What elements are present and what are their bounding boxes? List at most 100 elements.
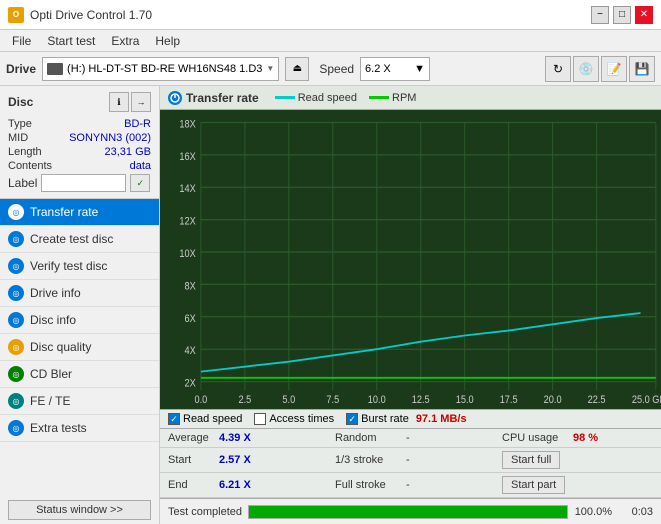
status-text: Test completed: [168, 506, 242, 518]
start-value: 2.57 X: [219, 454, 251, 466]
nav-disc-quality-label: Disc quality: [30, 340, 91, 354]
app-logo: O: [8, 7, 24, 23]
burst-rate-checkbox[interactable]: ✓: [346, 413, 358, 425]
legend-rpm-label: RPM: [392, 92, 416, 104]
speed-selector[interactable]: 6.2 X ▼: [360, 57, 430, 81]
nav-extra-tests-label: Extra tests: [30, 421, 87, 435]
nav-disc-quality[interactable]: ◎ Disc quality: [0, 334, 159, 361]
cd-bler-icon: ◎: [8, 366, 24, 382]
maximize-button[interactable]: □: [613, 6, 631, 24]
disc-label-ok-btn[interactable]: ✓: [130, 174, 150, 192]
create-test-disc-icon: ◎: [8, 231, 24, 247]
disc-label-input[interactable]: [41, 174, 126, 192]
legend-check-burst-rate[interactable]: ✓ Burst rate 97.1 MB/s: [346, 413, 466, 425]
save-button[interactable]: 💾: [629, 56, 655, 82]
svg-text:10X: 10X: [179, 248, 196, 260]
write-button[interactable]: 📝: [601, 56, 627, 82]
legend-check-read-speed[interactable]: ✓ Read speed: [168, 413, 242, 425]
stat-end-row: End 6.21 X: [160, 473, 327, 498]
nav-disc-info[interactable]: ◎ Disc info: [0, 307, 159, 334]
app-title: Opti Drive Control 1.70: [30, 8, 152, 22]
nav-fe-te-label: FE / TE: [30, 394, 70, 408]
refresh-button[interactable]: ↻: [545, 56, 571, 82]
verify-test-disc-icon: ◎: [8, 258, 24, 274]
status-window-button[interactable]: Status window >>: [8, 500, 151, 520]
svg-text:22.5: 22.5: [588, 394, 606, 406]
extra-tests-icon: ◎: [8, 420, 24, 436]
svg-text:5.0: 5.0: [282, 394, 295, 406]
menu-start-test[interactable]: Start test: [39, 32, 103, 50]
svg-text:12.5: 12.5: [412, 394, 430, 406]
chart-bottom: ✓ Read speed Access times ✓ Burst rate 9…: [160, 409, 661, 498]
sidebar: Disc ℹ → Type BD-R MID SONYNN3 (002) Len…: [0, 86, 160, 524]
legend-check-access-times[interactable]: Access times: [254, 413, 334, 425]
nav-drive-info[interactable]: ◎ Drive info: [0, 280, 159, 307]
nav-extra-tests[interactable]: ◎ Extra tests: [0, 415, 159, 442]
disc-info-icon: ◎: [8, 312, 24, 328]
end-label: End: [168, 479, 213, 491]
read-speed-checkbox[interactable]: ✓: [168, 413, 180, 425]
nav-menu: ◎ Transfer rate ◎ Create test disc ◎ Ver…: [0, 199, 159, 496]
nav-transfer-rate-label: Transfer rate: [30, 205, 98, 219]
drive-toolbar: Drive (H:) HL-DT-ST BD-RE WH16NS48 1.D3 …: [0, 52, 661, 86]
disc-length-row: Length 23,31 GB: [8, 146, 151, 158]
eject-button[interactable]: ⏏: [285, 57, 309, 81]
svg-text:15.0: 15.0: [456, 394, 474, 406]
svg-text:6X: 6X: [185, 313, 196, 325]
close-button[interactable]: ✕: [635, 6, 653, 24]
svg-text:20.0: 20.0: [544, 394, 562, 406]
svg-text:7.5: 7.5: [326, 394, 339, 406]
start-full-button[interactable]: Start full: [502, 451, 560, 469]
check-mark-icon: ✓: [170, 414, 178, 425]
disc-mid-val: SONYNN3 (002): [69, 132, 151, 144]
disc-info-btn[interactable]: ℹ: [109, 92, 129, 112]
nav-create-test-disc[interactable]: ◎ Create test disc: [0, 226, 159, 253]
svg-text:2.5: 2.5: [238, 394, 251, 406]
right-panel: Transfer rate Read speed RPM: [160, 86, 661, 524]
drive-info-icon: ◎: [8, 285, 24, 301]
nav-drive-info-label: Drive info: [30, 286, 81, 300]
disc-type-key: Type: [8, 118, 32, 130]
nav-transfer-rate[interactable]: ◎ Transfer rate: [0, 199, 159, 226]
svg-text:25.0 GB: 25.0 GB: [632, 394, 661, 406]
stroke13-label: 1/3 stroke: [335, 454, 400, 466]
menu-help[interactable]: Help: [147, 32, 188, 50]
disc-length-val: 23,31 GB: [105, 146, 151, 158]
nav-verify-test-disc[interactable]: ◎ Verify test disc: [0, 253, 159, 280]
start-part-button[interactable]: Start part: [502, 476, 565, 494]
nav-cd-bler[interactable]: ◎ CD Bler: [0, 361, 159, 388]
drive-selector[interactable]: (H:) HL-DT-ST BD-RE WH16NS48 1.D3 ▼: [42, 57, 279, 81]
stat-stroke13-row: 1/3 stroke -: [327, 448, 494, 473]
minimize-button[interactable]: −: [591, 6, 609, 24]
svg-text:14X: 14X: [179, 183, 196, 195]
disc-arrow-btn[interactable]: →: [131, 92, 151, 112]
start-label: Start: [168, 454, 213, 466]
rpm-color: [369, 96, 389, 99]
svg-text:18X: 18X: [179, 119, 196, 131]
svg-text:17.5: 17.5: [500, 394, 518, 406]
stroke13-value: -: [406, 454, 410, 466]
stat-start-part-row[interactable]: Start part: [494, 473, 661, 498]
chart-header: Transfer rate Read speed RPM: [160, 86, 661, 110]
menu-file[interactable]: File: [4, 32, 39, 50]
average-value: 4.39 X: [219, 432, 251, 444]
transfer-rate-icon: ◎: [8, 204, 24, 220]
nav-disc-info-label: Disc info: [30, 313, 76, 327]
access-times-checkbox[interactable]: [254, 413, 266, 425]
chart-title: Transfer rate: [186, 91, 259, 105]
menu-extra[interactable]: Extra: [103, 32, 147, 50]
disc-button[interactable]: 💿: [573, 56, 599, 82]
random-value: -: [406, 432, 410, 444]
cpu-label: CPU usage: [502, 432, 567, 444]
end-value: 6.21 X: [219, 479, 251, 491]
disc-type-val: BD-R: [124, 118, 151, 130]
disc-contents-row: Contents data: [8, 160, 151, 172]
chart-icon: [168, 91, 182, 105]
speed-value: 6.2 X: [365, 63, 391, 75]
disc-mid-key: MID: [8, 132, 28, 144]
read-speed-check-label: Read speed: [183, 413, 242, 425]
stat-start-full-row[interactable]: Start full: [494, 448, 661, 473]
disc-quality-icon: ◎: [8, 339, 24, 355]
nav-fe-te[interactable]: ◎ FE / TE: [0, 388, 159, 415]
stat-cpu-row: CPU usage 98 %: [494, 429, 661, 448]
